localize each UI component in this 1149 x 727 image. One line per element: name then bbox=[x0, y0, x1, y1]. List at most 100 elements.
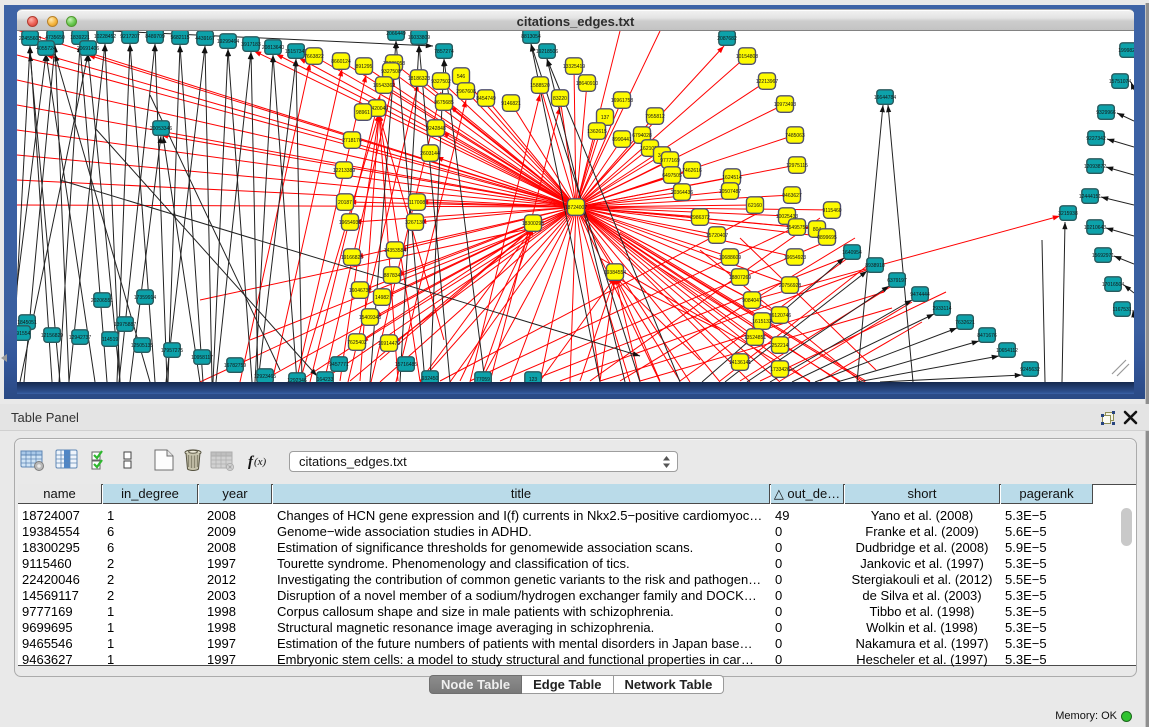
svg-text:12213967: 12213967 bbox=[756, 79, 778, 85]
svg-text:16033809: 16033809 bbox=[408, 35, 430, 41]
svg-text:7663822: 7663822 bbox=[304, 54, 324, 60]
svg-text:2986372: 2986372 bbox=[690, 215, 710, 221]
svg-text:14982: 14982 bbox=[375, 295, 389, 301]
svg-text:8990441: 8990441 bbox=[612, 137, 632, 143]
svg-text:16543362: 16543362 bbox=[373, 83, 395, 89]
svg-text:9457771: 9457771 bbox=[329, 362, 349, 368]
svg-text:18640910: 18640910 bbox=[576, 81, 598, 87]
svg-text:9463627: 9463627 bbox=[782, 193, 802, 199]
svg-text:(x): (x) bbox=[254, 456, 267, 468]
svg-text:15751074: 15751074 bbox=[1109, 79, 1131, 85]
svg-text:20053346: 20053346 bbox=[150, 126, 172, 132]
svg-text:15720407: 15720407 bbox=[706, 233, 728, 239]
svg-text:17016504: 17016504 bbox=[1102, 282, 1124, 288]
svg-text:9329966: 9329966 bbox=[1096, 110, 1116, 116]
svg-text:16120746: 16120746 bbox=[769, 313, 791, 319]
svg-text:1588520: 1588520 bbox=[530, 83, 550, 89]
svg-text:3267130: 3267130 bbox=[405, 220, 425, 226]
svg-text:12942737: 12942737 bbox=[69, 335, 91, 341]
svg-text:9084047: 9084047 bbox=[742, 298, 762, 304]
svg-text:6497505: 6497505 bbox=[662, 173, 682, 179]
svg-text:10654112: 10654112 bbox=[996, 348, 1018, 354]
svg-text:20756928: 20756928 bbox=[779, 283, 801, 289]
svg-text:15716485: 15716485 bbox=[395, 362, 417, 368]
svg-text:9777169: 9777169 bbox=[660, 158, 680, 164]
svg-text:114519: 114519 bbox=[102, 337, 119, 343]
svg-text:391554: 391554 bbox=[17, 331, 31, 337]
svg-text:10210643: 10210643 bbox=[1084, 225, 1106, 231]
svg-text:18186323: 18186323 bbox=[408, 76, 430, 82]
svg-text:13325419: 13325419 bbox=[563, 64, 585, 70]
svg-text:9245632: 9245632 bbox=[1020, 367, 1040, 373]
svg-text:4055724: 4055724 bbox=[36, 46, 56, 52]
svg-text:1999828: 1999828 bbox=[1118, 48, 1134, 54]
svg-text:15692971: 15692971 bbox=[1092, 253, 1114, 259]
svg-text:9227342: 9227342 bbox=[1086, 136, 1106, 142]
svg-text:1733426: 1733426 bbox=[770, 367, 790, 373]
svg-text:20364436: 20364436 bbox=[671, 190, 693, 196]
svg-text:8938918: 8938918 bbox=[865, 263, 885, 269]
svg-text:7632621: 7632621 bbox=[955, 320, 975, 326]
svg-text:4439167: 4439167 bbox=[195, 36, 215, 42]
svg-text:8489709: 8489709 bbox=[145, 34, 165, 40]
svg-text:83220: 83220 bbox=[553, 96, 567, 102]
svg-text:2603144: 2603144 bbox=[420, 151, 440, 157]
svg-text:16782759: 16782759 bbox=[224, 363, 246, 369]
svg-text:9242848: 9242848 bbox=[426, 126, 446, 132]
svg-text:16961758: 16961758 bbox=[611, 98, 633, 104]
svg-text:10507487: 10507487 bbox=[719, 189, 741, 195]
svg-text:3917183: 3917183 bbox=[241, 42, 261, 48]
svg-text:17359914: 17359914 bbox=[134, 295, 156, 301]
svg-text:1167531: 1167531 bbox=[1112, 307, 1131, 313]
svg-text:1615132: 1615132 bbox=[752, 319, 772, 325]
svg-text:9327508: 9327508 bbox=[381, 69, 401, 75]
svg-text:15495756: 15495756 bbox=[786, 225, 808, 231]
svg-text:16914479: 16914479 bbox=[378, 341, 400, 347]
svg-text:10973493: 10973493 bbox=[774, 102, 796, 108]
svg-text:9146821: 9146821 bbox=[501, 101, 521, 107]
svg-text:20691406: 20691406 bbox=[77, 46, 99, 52]
svg-text:2933114: 2933114 bbox=[932, 306, 951, 312]
svg-text:2087682: 2087682 bbox=[717, 36, 737, 42]
svg-text:12505135: 12505135 bbox=[131, 343, 153, 349]
svg-text:14136141: 14136141 bbox=[729, 360, 751, 366]
svg-text:18724007: 18724007 bbox=[565, 205, 587, 211]
svg-text:19654923: 19654923 bbox=[784, 255, 806, 261]
svg-text:20187: 20187 bbox=[338, 200, 352, 206]
svg-text:8471676: 8471676 bbox=[977, 333, 997, 339]
svg-text:9327502: 9327502 bbox=[431, 79, 451, 85]
svg-text:2967608: 2967608 bbox=[456, 89, 476, 95]
svg-text:6379197: 6379197 bbox=[887, 278, 907, 284]
svg-text:8813054: 8813054 bbox=[521, 34, 541, 40]
svg-text:0899695: 0899695 bbox=[817, 235, 837, 241]
svg-text:6794028: 6794028 bbox=[632, 133, 652, 139]
svg-text:1640954: 1640954 bbox=[842, 250, 862, 256]
svg-text:8454749: 8454749 bbox=[476, 96, 496, 102]
svg-text:20813640: 20813640 bbox=[262, 45, 284, 51]
svg-text:1362615: 1362615 bbox=[587, 129, 607, 135]
svg-text:9675685: 9675685 bbox=[434, 100, 454, 106]
svg-text:5682115: 5682115 bbox=[170, 35, 189, 41]
svg-text:7462616: 7462616 bbox=[682, 168, 702, 174]
svg-text:12156829: 12156829 bbox=[41, 333, 63, 339]
svg-text:546: 546 bbox=[457, 74, 466, 80]
svg-text:9474444: 9474444 bbox=[910, 292, 930, 298]
svg-text:252214: 252214 bbox=[772, 343, 789, 349]
svg-text:10154808: 10154808 bbox=[736, 54, 758, 60]
svg-text:19299464: 19299464 bbox=[217, 39, 239, 45]
svg-text:12923465: 12923465 bbox=[254, 374, 276, 380]
svg-text:18807269: 18807269 bbox=[729, 275, 751, 281]
svg-text:20206551: 20206551 bbox=[91, 298, 113, 304]
svg-text:17957275: 17957275 bbox=[161, 348, 183, 354]
svg-text:9217207: 9217207 bbox=[120, 34, 140, 40]
svg-text:19654936: 19654936 bbox=[339, 220, 361, 226]
svg-text:12975115: 12975115 bbox=[786, 163, 808, 169]
svg-text:10228452: 10228452 bbox=[94, 34, 116, 40]
svg-text:12444151: 12444151 bbox=[1079, 194, 1101, 200]
svg-text:62160: 62160 bbox=[748, 203, 762, 209]
svg-text:16644784: 16644784 bbox=[874, 95, 896, 101]
svg-text:7485063: 7485063 bbox=[785, 133, 805, 139]
svg-text:13975887: 13975887 bbox=[114, 322, 136, 328]
svg-text:7625402: 7625402 bbox=[347, 340, 367, 346]
svg-text:9115460: 9115460 bbox=[822, 208, 841, 214]
